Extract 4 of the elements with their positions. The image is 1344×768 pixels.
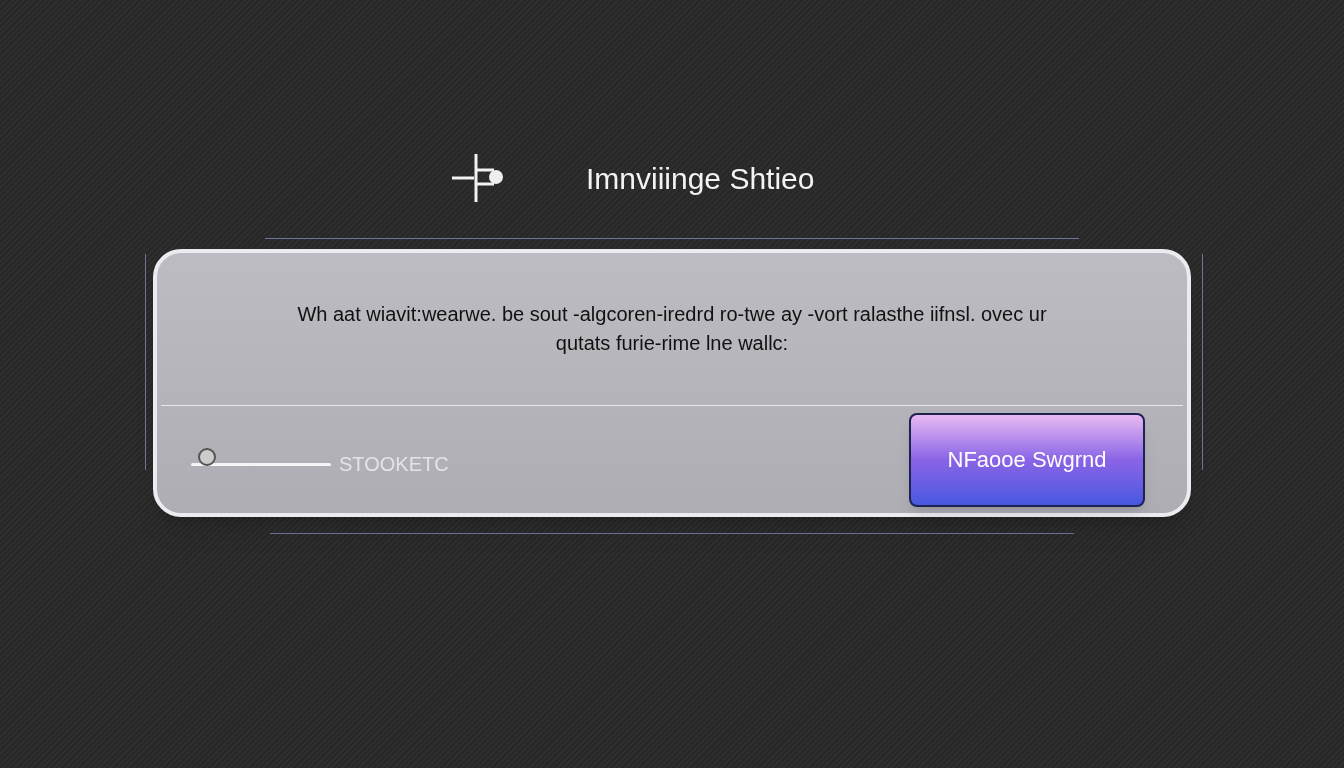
confirm-button[interactable]: NFaooe Swgrnd: [909, 412, 1145, 507]
dialog-message: Wh aat wiavit:wearwe. be sout ‐algcoren-iredrd ro-twe ay -vort ralasthe iifnsl. ovec ur qutats furie-rime lne wallc:: [297, 302, 1047, 356]
app-title: Imnviiinge Shtieo: [586, 160, 815, 197]
slider-thumb[interactable]: [198, 447, 217, 466]
